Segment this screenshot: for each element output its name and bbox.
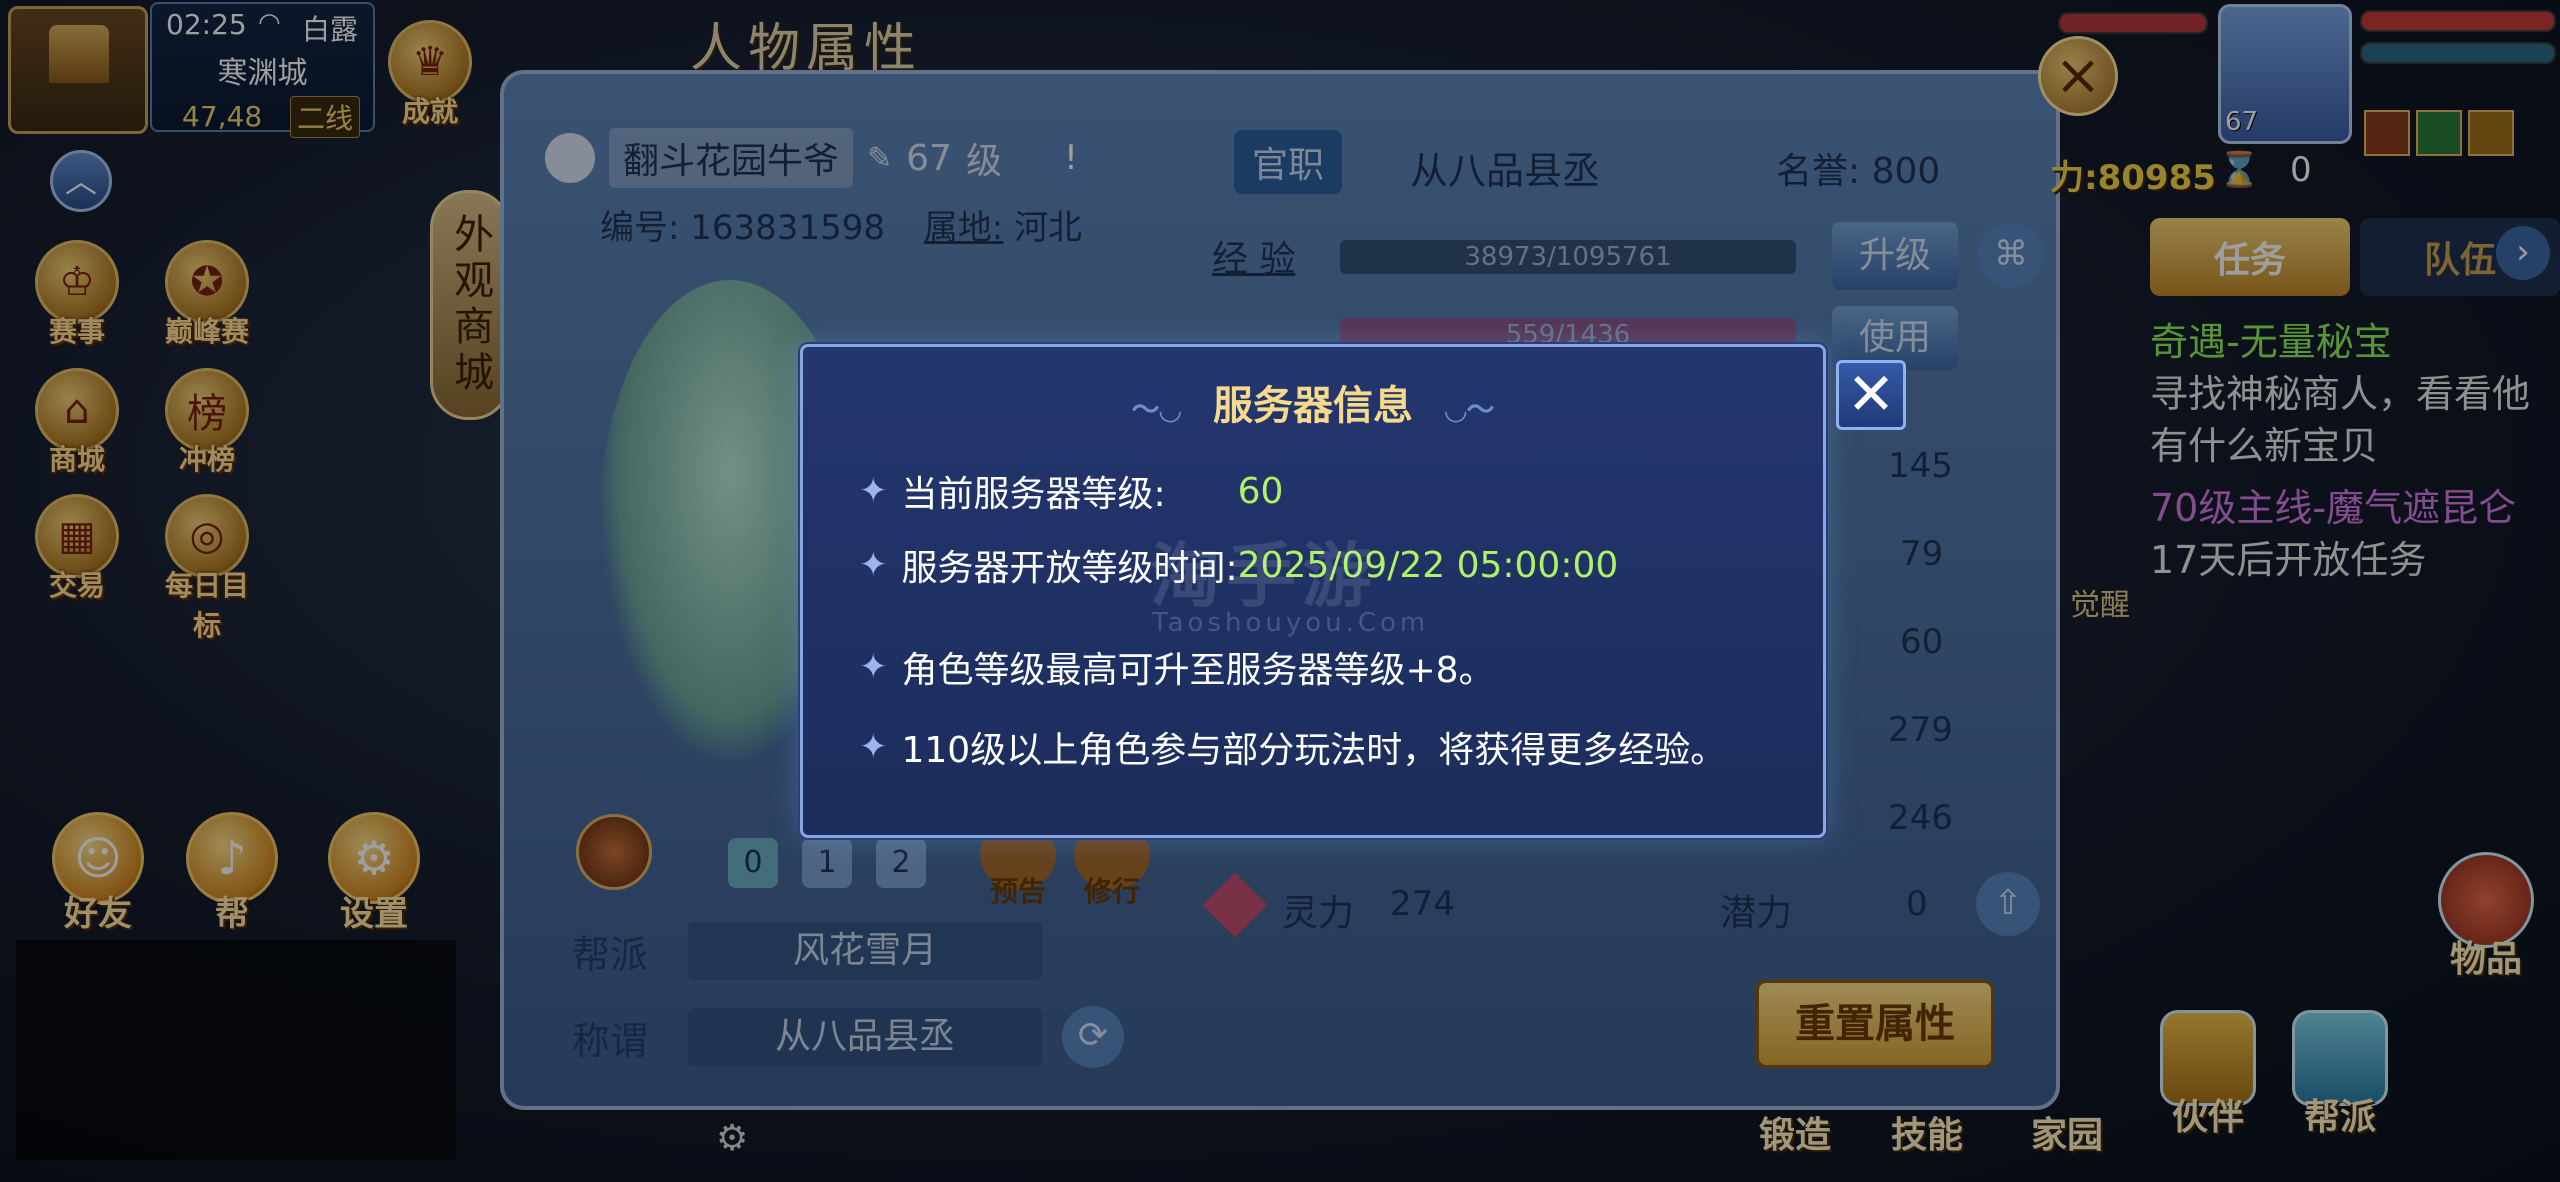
title-right-ornament-icon: ◡～ [1444, 393, 1495, 426]
sparkle-icon: ✦ [859, 545, 888, 585]
sparkle-icon: ✦ [859, 647, 888, 687]
current-server-level-row: ✦ 当前服务器等级: 60 [859, 465, 1283, 517]
sparkle-icon: ✦ [859, 471, 888, 511]
bonus-exp-rule-text: 110级以上角色参与部分玩法时，将获得更多经验。 [901, 730, 1727, 771]
current-server-level-label: 当前服务器等级: [901, 474, 1166, 515]
modal-title: 服务器信息 [1213, 383, 1413, 429]
sparkle-icon: ✦ [859, 727, 888, 767]
bonus-exp-rule-row: ✦ 110级以上角色参与部分玩法时，将获得更多经验。 [859, 721, 1726, 773]
modal-title-row: ～◡ 服务器信息 ◡～ [803, 373, 1823, 431]
watermark-sub: Taoshouyou.Com [1152, 608, 1430, 638]
watermark-main: 淘手游 [1150, 535, 1378, 617]
close-icon[interactable]: ✕ [1836, 360, 1906, 430]
current-server-level-value: 60 [1237, 470, 1284, 512]
level-cap-rule-text: 角色等级最高可升至服务器等级+8。 [901, 650, 1495, 691]
title-left-ornament-icon: ～◡ [1131, 393, 1182, 426]
level-cap-rule-row: ✦ 角色等级最高可升至服务器等级+8。 [859, 641, 1495, 693]
